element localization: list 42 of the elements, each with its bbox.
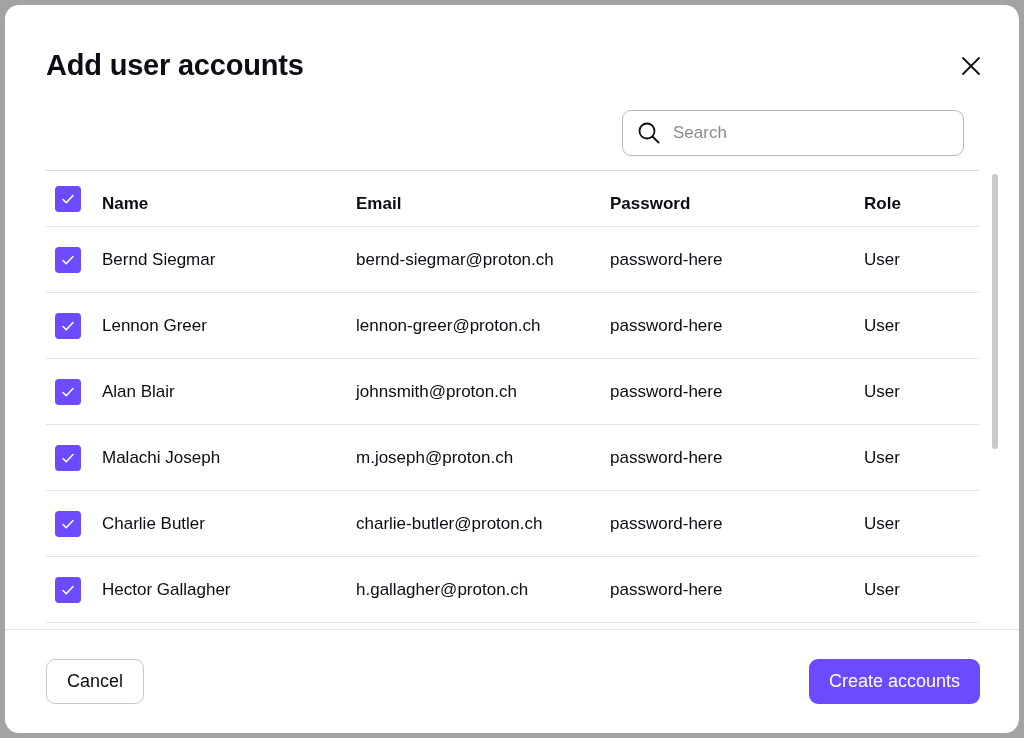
table-cell-text: h.gallagher@proton.ch	[356, 579, 530, 600]
table-cell-text: bernd-siegmar@proton.ch	[356, 249, 555, 270]
scrollbar-thumb[interactable]	[992, 174, 998, 449]
create-button[interactable]: Create accounts	[808, 659, 980, 704]
checkbox[interactable]	[55, 576, 81, 603]
checkbox[interactable]	[55, 510, 81, 537]
checkbox[interactable]	[55, 246, 81, 273]
dialog-title: Add user accounts	[46, 49, 304, 82]
table-cell-text: password-here	[610, 315, 724, 336]
table-cell-text: User	[864, 447, 901, 468]
column-header: Password	[610, 194, 692, 214]
column-header: Role	[864, 194, 902, 214]
table-cell-text: Alan Blair	[102, 381, 176, 402]
table-cell-text: Charlie Butler	[102, 513, 206, 534]
checkbox[interactable]	[55, 312, 81, 339]
table-cell-text: Malachi Joseph	[102, 447, 222, 468]
table-cell-text: lennon-greer@proton.ch	[356, 315, 542, 336]
checkbox[interactable]	[55, 186, 81, 212]
checkbox[interactable]	[55, 378, 81, 405]
table-cell-text: charlie-butler@proton.ch	[356, 513, 544, 534]
table-cell-text: Bernd Siegmar	[102, 249, 217, 270]
checkbox[interactable]	[55, 444, 81, 471]
table-cell-text: johnsmith@proton.ch	[356, 381, 518, 402]
table-cell-text: password-here	[610, 249, 724, 270]
search-field[interactable]: Search	[622, 110, 964, 156]
table-cell-text: User	[864, 315, 901, 336]
table-cell-text: m.joseph@proton.ch	[356, 447, 515, 468]
table-cell-text: password-here	[610, 579, 724, 600]
table-cell-text: Lennon Greer	[102, 315, 208, 336]
cancel-button[interactable]: Cancel	[46, 659, 145, 704]
column-header: Name	[102, 194, 150, 214]
close-icon	[961, 55, 981, 76]
table-cell-text: User	[864, 579, 901, 600]
table-cell-text: password-here	[610, 513, 724, 534]
search-icon	[637, 121, 661, 145]
table-cell-text: User	[864, 381, 901, 402]
table-cell-text: password-here	[610, 447, 724, 468]
table-cell-text: password-here	[610, 381, 724, 402]
column-header: Email	[356, 194, 403, 214]
table-cell-text: Hector Gallagher	[102, 579, 232, 600]
table-cell-text: User	[864, 249, 901, 270]
table-cell-text: User	[864, 513, 901, 534]
